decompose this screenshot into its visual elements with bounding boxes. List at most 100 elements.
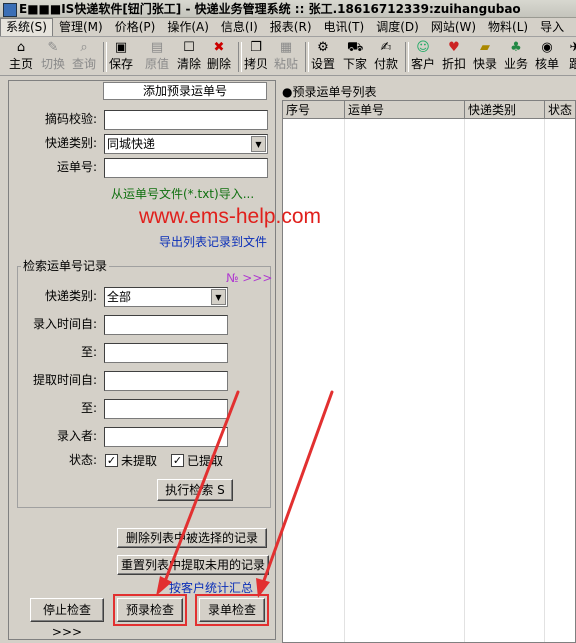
clear-icon: ☐	[183, 40, 195, 55]
column-header-waybill[interactable]: 运单号	[345, 101, 465, 119]
business-button[interactable]: ♣ 业务	[503, 40, 529, 74]
customer-icon: ☺	[416, 40, 430, 55]
search-type-value: 全部	[107, 290, 132, 304]
fetched-checkbox[interactable]: ✓	[171, 454, 184, 467]
fetch-to-field[interactable]	[104, 399, 228, 419]
highlight-box	[113, 594, 187, 626]
menu-manage[interactable]: 管理(M)	[53, 18, 109, 36]
menu-material[interactable]: 物料(L)	[482, 18, 534, 36]
title-bar: E■■■IS快递软件[钮门张工] - 快递业务管理系统 :: 张工.186167…	[0, 0, 576, 18]
record-to-field[interactable]	[104, 343, 228, 363]
fetched-label: 已提取	[187, 454, 224, 468]
app-icon	[3, 3, 17, 17]
highlight-box	[195, 594, 269, 626]
quick-record-icon: ▰	[480, 40, 490, 55]
paste-icon: ▦	[279, 40, 293, 55]
menu-import[interactable]: 导入	[534, 18, 570, 36]
save-button[interactable]: ▣ 保存	[108, 40, 134, 74]
copy-icon: ❐	[250, 40, 262, 55]
record-from-label: 录入时间自:	[32, 317, 97, 331]
verify-icon: ◉	[541, 40, 553, 55]
record-from-field[interactable]	[104, 315, 228, 335]
column-header-type[interactable]: 快递类别	[465, 101, 545, 119]
watermark: www.ems-help.com	[139, 205, 322, 228]
discount-button[interactable]: ♥ 折扣	[441, 40, 467, 74]
copy-button[interactable]: ❐ 拷贝	[243, 40, 269, 74]
waybill-field[interactable]	[104, 158, 268, 178]
menu-telecom[interactable]: 电讯(T)	[318, 18, 371, 36]
downstream-icon: ⛟	[347, 40, 364, 55]
delete-icon: ✖	[213, 40, 225, 55]
import-file-link[interactable]: 从运单号文件(*.txt)导入...	[111, 185, 254, 202]
unfetched-checkbox[interactable]: ✓	[105, 454, 118, 467]
grid-line	[344, 119, 345, 642]
follow-button[interactable]: ✈跟	[562, 40, 576, 74]
menu-operate[interactable]: 操作(A)	[161, 18, 215, 36]
follow-icon: ✈	[567, 40, 576, 56]
payment-button[interactable]: ✍ 付款	[373, 40, 399, 74]
column-header-index[interactable]: 序号	[283, 101, 345, 119]
toolbar-separator	[103, 42, 107, 72]
original-value-button[interactable]: ▤ 原值	[144, 40, 170, 74]
add-prerecord-link[interactable]: 添加预录运单号	[103, 82, 267, 100]
settings-icon: ⚙	[317, 40, 329, 55]
unfetched-label: 未提取	[121, 454, 158, 468]
toolbar-separator	[405, 42, 409, 72]
home-button[interactable]: ⌂ 主页	[8, 40, 34, 74]
menu-system[interactable]: 系统(S)	[0, 18, 53, 36]
paste-button[interactable]: ▦ 粘贴	[273, 40, 299, 74]
list-title: ●预录运单号列表	[282, 85, 377, 99]
entered-by-field[interactable]	[104, 427, 228, 447]
save-icon: ▣	[114, 40, 128, 55]
menu-dispatch[interactable]: 调度(D)	[370, 18, 425, 36]
discount-icon: ♥	[448, 40, 460, 55]
delete-selected-button[interactable]: 删除列表中被选择的记录	[117, 528, 267, 548]
fetch-from-label: 提取时间自:	[32, 373, 97, 387]
reset-unused-button[interactable]: 重置列表中提取未用的记录	[117, 555, 269, 575]
delete-button[interactable]: ✖ 删除	[206, 40, 232, 74]
query-button[interactable]: ⌕ 查询	[71, 40, 97, 74]
toolbar-separator	[305, 42, 309, 72]
switch-button[interactable]: ✎ 切换	[40, 40, 66, 74]
execute-search-button[interactable]: 执行检索 S	[157, 479, 233, 501]
menu-report[interactable]: 报表(R)	[264, 18, 318, 36]
customer-button[interactable]: ☺ 客户	[410, 40, 436, 74]
prerecord-list-grid[interactable]: 序号 运单号 快递类别 状态	[282, 100, 576, 643]
status-label: 状态:	[68, 453, 97, 467]
query-icon: ⌕	[80, 40, 88, 55]
toolbar: ⌂ 主页 ✎ 切换 ⌕ 查询 ▣ 保存 ▤ 原值 ☐ 清除 ✖ 删除 ❐ 拷贝 ▦ 粘贴 ⚙ 设置 …	[0, 38, 576, 76]
column-header-status[interactable]: 状态	[545, 101, 575, 119]
fetch-to-label: 至:	[80, 401, 97, 415]
waybill-label: 运单号:	[56, 160, 97, 174]
search-group-title: 检索运单号记录	[21, 259, 110, 273]
record-to-label: 至:	[80, 345, 97, 359]
menu-info[interactable]: 信息(I)	[215, 18, 264, 36]
switch-icon: ✎	[47, 40, 59, 55]
number-link[interactable]: № >>>	[226, 271, 272, 285]
fetch-from-field[interactable]	[104, 371, 228, 391]
grid-line	[544, 119, 545, 642]
export-list-link[interactable]: 导出列表记录到文件	[159, 233, 267, 250]
menu-price[interactable]: 价格(P)	[109, 18, 162, 36]
toolbar-separator	[238, 42, 242, 72]
checksum-field[interactable]	[104, 110, 268, 130]
downstream-button[interactable]: ⛟ 下家	[342, 40, 368, 74]
original-icon: ▤	[150, 40, 164, 55]
verify-button[interactable]: ◉ 核单	[534, 40, 560, 74]
home-icon: ⌂	[16, 40, 26, 55]
menu-bar: 系统(S) 管理(M) 价格(P) 操作(A) 信息(I) 报表(R) 电讯(T) 调度(D)…	[0, 18, 576, 37]
settings-button[interactable]: ⚙ 设置	[310, 40, 336, 74]
search-type-label: 快递类别:	[44, 289, 97, 303]
chevron-down-icon[interactable]: ▼	[211, 289, 226, 305]
quick-record-button[interactable]: ▰ 快录	[472, 40, 498, 74]
business-icon: ♣	[510, 40, 522, 55]
menu-website[interactable]: 网站(W)	[425, 18, 482, 36]
search-type-select[interactable]: 全部 ▼	[104, 287, 228, 307]
prerecord-panel: 添加预录运单号 摘码校验: 快递类别: 同城快递 ▼ 运单号: 从运单号文件(*…	[8, 80, 276, 640]
stop-check-button[interactable]: 停止检查>>>	[30, 598, 104, 639]
type-select[interactable]: 同城快递 ▼	[104, 134, 268, 154]
chevron-down-icon[interactable]: ▼	[251, 136, 266, 152]
type-select-value: 同城快递	[107, 137, 156, 151]
clear-button[interactable]: ☐ 清除	[176, 40, 202, 74]
type-label: 快递类别:	[44, 136, 97, 150]
